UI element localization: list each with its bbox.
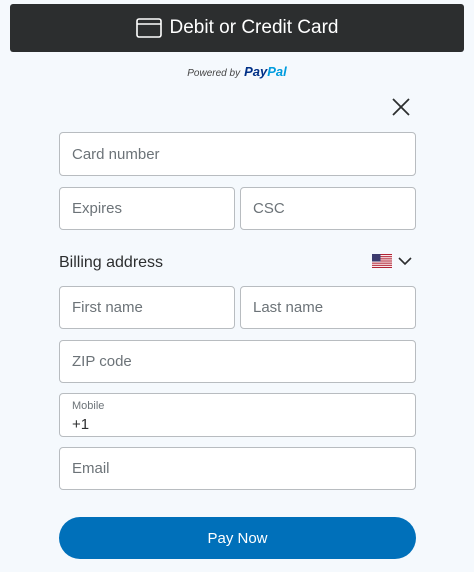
mobile-input[interactable] (60, 394, 415, 436)
csc-input[interactable] (241, 188, 415, 229)
first-name-input[interactable] (60, 287, 234, 328)
header-title: Debit or Credit Card (169, 17, 339, 38)
country-selector[interactable] (372, 254, 412, 268)
card-number-field (59, 132, 416, 176)
billing-address-label: Billing address (59, 254, 164, 271)
email-field (59, 447, 416, 490)
csc-field (240, 187, 416, 230)
expires-field (59, 187, 235, 230)
pay-now-button[interactable]: Pay Now (59, 517, 416, 559)
powered-by-text: Powered by (187, 68, 241, 79)
chevron-down-icon (398, 257, 412, 266)
mobile-label: Mobile (72, 400, 105, 412)
debit-credit-card-header[interactable]: Debit or Credit Card (10, 4, 464, 52)
last-name-field (240, 286, 416, 329)
expires-input[interactable] (60, 188, 234, 229)
zip-code-field (59, 340, 416, 383)
first-name-field (59, 286, 235, 329)
email-input[interactable] (60, 448, 415, 489)
card-number-input[interactable] (60, 133, 415, 175)
card-payment-form: Debit or Credit Card Powered by PayPal B… (0, 0, 474, 572)
us-flag-icon (372, 254, 392, 268)
mobile-field: Mobile (59, 393, 416, 437)
paypal-logo: PayPal (244, 64, 287, 79)
powered-by-paypal: Powered by PayPal (0, 64, 474, 79)
close-icon[interactable] (390, 96, 412, 118)
last-name-input[interactable] (241, 287, 415, 328)
credit-card-icon (135, 18, 162, 38)
zip-code-input[interactable] (60, 341, 415, 382)
